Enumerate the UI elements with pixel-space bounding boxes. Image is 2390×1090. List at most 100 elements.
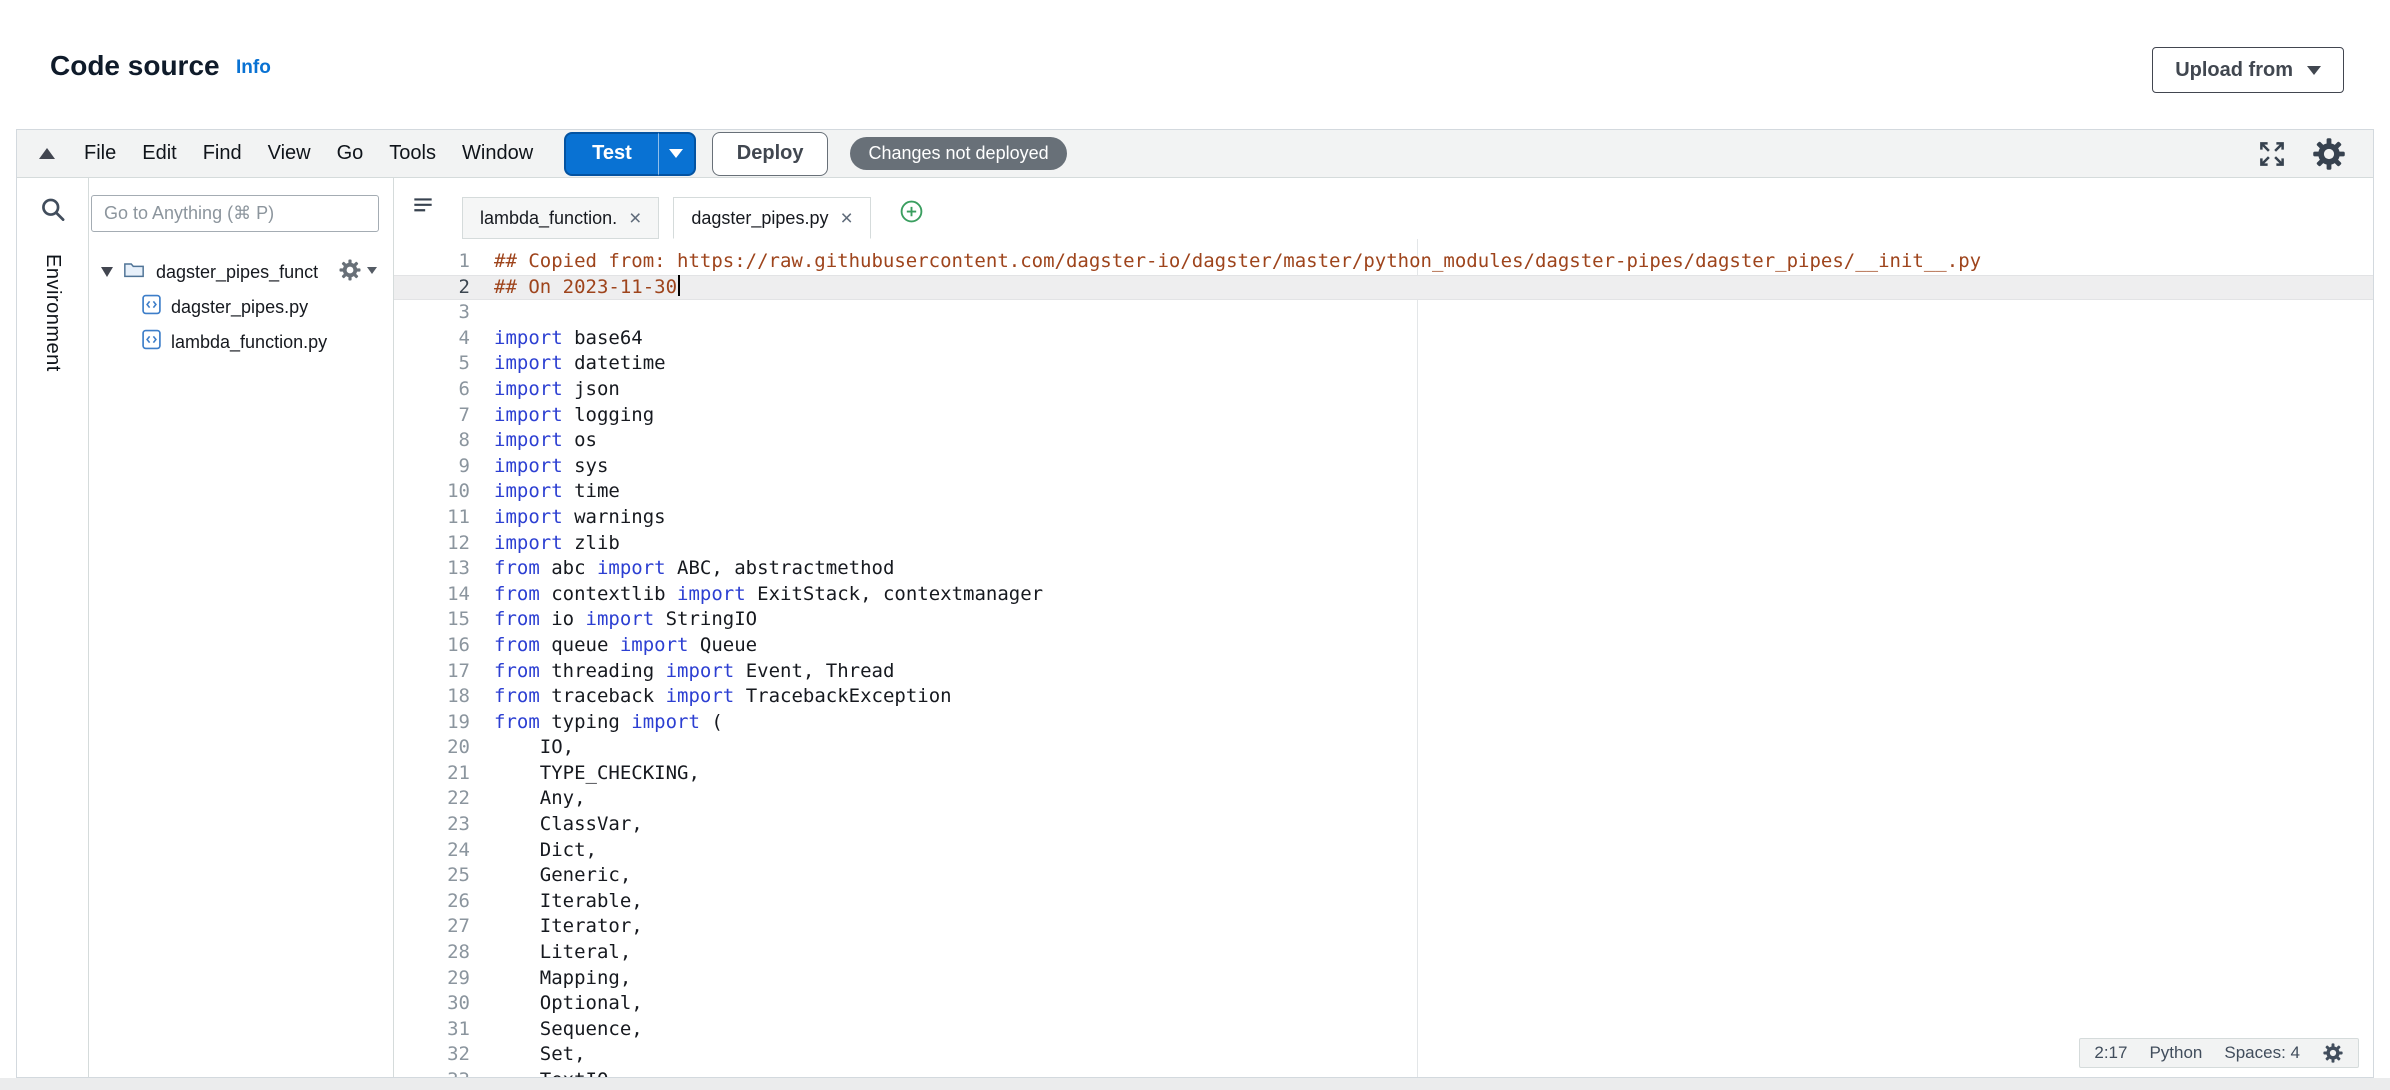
line-number[interactable]: 6 bbox=[394, 377, 470, 403]
line-number[interactable]: 22 bbox=[394, 786, 470, 812]
new-tab-plus-icon[interactable] bbox=[899, 199, 924, 229]
deploy-status-badge: Changes not deployed bbox=[850, 137, 1066, 170]
line-number[interactable]: 5 bbox=[394, 351, 470, 377]
fullscreen-icon[interactable] bbox=[2257, 139, 2287, 169]
line-number[interactable]: 11 bbox=[394, 505, 470, 531]
code-line[interactable]: Literal, bbox=[494, 940, 2373, 966]
code-line[interactable]: import datetime bbox=[494, 351, 2373, 377]
file-list-icon[interactable] bbox=[410, 194, 436, 225]
menu-go[interactable]: Go bbox=[324, 142, 377, 165]
cursor-position[interactable]: 2:17 bbox=[2094, 1043, 2127, 1063]
language-mode[interactable]: Python bbox=[2149, 1043, 2202, 1063]
line-number[interactable]: 20 bbox=[394, 735, 470, 761]
environment-label[interactable]: Environment bbox=[41, 254, 64, 372]
code-line[interactable]: import os bbox=[494, 428, 2373, 454]
code-line[interactable]: Iterator, bbox=[494, 914, 2373, 940]
disclosure-triangle-icon[interactable] bbox=[101, 267, 113, 277]
code-line[interactable]: Dict, bbox=[494, 838, 2373, 864]
code-editor[interactable]: 1234567891011121314151617181920212223242… bbox=[394, 239, 2373, 1077]
line-number[interactable]: 12 bbox=[394, 531, 470, 557]
tree-file-lambda-function[interactable]: lambda_function.py bbox=[89, 326, 393, 358]
indentation-setting[interactable]: Spaces: 4 bbox=[2224, 1043, 2300, 1063]
line-number[interactable]: 14 bbox=[394, 582, 470, 608]
menu-find[interactable]: Find bbox=[190, 142, 255, 165]
line-number[interactable]: 27 bbox=[394, 914, 470, 940]
line-number[interactable]: 32 bbox=[394, 1042, 470, 1068]
menu-tools[interactable]: Tools bbox=[376, 142, 449, 165]
menu-window[interactable]: Window bbox=[449, 142, 546, 165]
line-number[interactable]: 13 bbox=[394, 556, 470, 582]
line-number[interactable]: 18 bbox=[394, 684, 470, 710]
code-line[interactable]: import warnings bbox=[494, 505, 2373, 531]
line-number[interactable]: 7 bbox=[394, 403, 470, 429]
tree-settings-button[interactable] bbox=[338, 258, 377, 282]
code-line[interactable]: import logging bbox=[494, 403, 2373, 429]
code-line[interactable]: from traceback import TracebackException bbox=[494, 684, 2373, 710]
code-line[interactable]: import sys bbox=[494, 454, 2373, 480]
search-icon[interactable] bbox=[39, 196, 66, 228]
line-number[interactable]: 3 bbox=[394, 300, 470, 326]
tree-file-dagster-pipes[interactable]: dagster_pipes.py bbox=[89, 291, 393, 323]
line-number[interactable]: 19 bbox=[394, 710, 470, 736]
test-button[interactable]: Test bbox=[564, 132, 658, 176]
menu-file[interactable]: File bbox=[71, 142, 129, 165]
code-line[interactable]: IO, bbox=[494, 735, 2373, 761]
test-dropdown-button[interactable] bbox=[658, 132, 696, 176]
code-line[interactable]: Mapping, bbox=[494, 966, 2373, 992]
text-cursor bbox=[678, 275, 680, 296]
code-line[interactable]: from threading import Event, Thread bbox=[494, 659, 2373, 685]
code-line[interactable]: from queue import Queue bbox=[494, 633, 2373, 659]
goto-anything-input[interactable] bbox=[91, 195, 379, 232]
line-number[interactable]: 25 bbox=[394, 863, 470, 889]
line-number[interactable]: 17 bbox=[394, 659, 470, 685]
code-line[interactable] bbox=[494, 300, 2373, 326]
code-line[interactable]: ## On 2023-11-30 bbox=[494, 275, 2373, 301]
code-line[interactable]: from typing import ( bbox=[494, 710, 2373, 736]
line-number[interactable]: 21 bbox=[394, 761, 470, 787]
line-number[interactable]: 1 bbox=[394, 249, 470, 275]
code-line[interactable]: Generic, bbox=[494, 863, 2373, 889]
code-line[interactable]: Iterable, bbox=[494, 889, 2373, 915]
tab-dagster-pipes[interactable]: dagster_pipes.py × bbox=[673, 197, 870, 239]
code-line[interactable]: import time bbox=[494, 479, 2373, 505]
line-number[interactable]: 10 bbox=[394, 479, 470, 505]
collapse-panel-icon[interactable] bbox=[39, 148, 55, 159]
code-line[interactable]: Optional, bbox=[494, 991, 2373, 1017]
line-number[interactable]: 9 bbox=[394, 454, 470, 480]
line-number[interactable]: 4 bbox=[394, 326, 470, 352]
settings-gear-icon[interactable] bbox=[2311, 136, 2347, 172]
close-icon[interactable]: × bbox=[840, 208, 852, 229]
code-line[interactable]: import json bbox=[494, 377, 2373, 403]
line-number[interactable]: 8 bbox=[394, 428, 470, 454]
code-line[interactable]: import zlib bbox=[494, 531, 2373, 557]
line-number[interactable]: 26 bbox=[394, 889, 470, 915]
line-number[interactable]: 16 bbox=[394, 633, 470, 659]
menu-edit[interactable]: Edit bbox=[129, 142, 189, 165]
code-line[interactable]: import base64 bbox=[494, 326, 2373, 352]
code-line[interactable]: from abc import ABC, abstractmethod bbox=[494, 556, 2373, 582]
menu-view[interactable]: View bbox=[255, 142, 324, 165]
code-line[interactable]: TextIO, bbox=[494, 1068, 2373, 1077]
line-number[interactable]: 29 bbox=[394, 966, 470, 992]
code-line[interactable]: TYPE_CHECKING, bbox=[494, 761, 2373, 787]
line-number[interactable]: 23 bbox=[394, 812, 470, 838]
code-line[interactable]: ## Copied from: https://raw.githubuserco… bbox=[494, 249, 2373, 275]
close-icon[interactable]: × bbox=[629, 208, 641, 229]
line-number[interactable]: 30 bbox=[394, 991, 470, 1017]
deploy-button[interactable]: Deploy bbox=[712, 132, 829, 176]
statusbar-gear-icon[interactable] bbox=[2322, 1042, 2344, 1064]
code-line[interactable]: Any, bbox=[494, 786, 2373, 812]
code-line[interactable]: from io import StringIO bbox=[494, 607, 2373, 633]
upload-from-button[interactable]: Upload from bbox=[2152, 47, 2344, 93]
editor-area: lambda_function. × dagster_pipes.py × bbox=[394, 178, 2373, 1077]
tab-lambda-function[interactable]: lambda_function. × bbox=[462, 197, 659, 239]
line-number[interactable]: 2 bbox=[394, 275, 470, 301]
code-line[interactable]: ClassVar, bbox=[494, 812, 2373, 838]
line-number[interactable]: 33 bbox=[394, 1068, 470, 1077]
code-line[interactable]: from contextlib import ExitStack, contex… bbox=[494, 582, 2373, 608]
line-number[interactable]: 28 bbox=[394, 940, 470, 966]
line-number[interactable]: 15 bbox=[394, 607, 470, 633]
line-number[interactable]: 31 bbox=[394, 1017, 470, 1043]
line-number[interactable]: 24 bbox=[394, 838, 470, 864]
info-link[interactable]: Info bbox=[236, 57, 271, 79]
